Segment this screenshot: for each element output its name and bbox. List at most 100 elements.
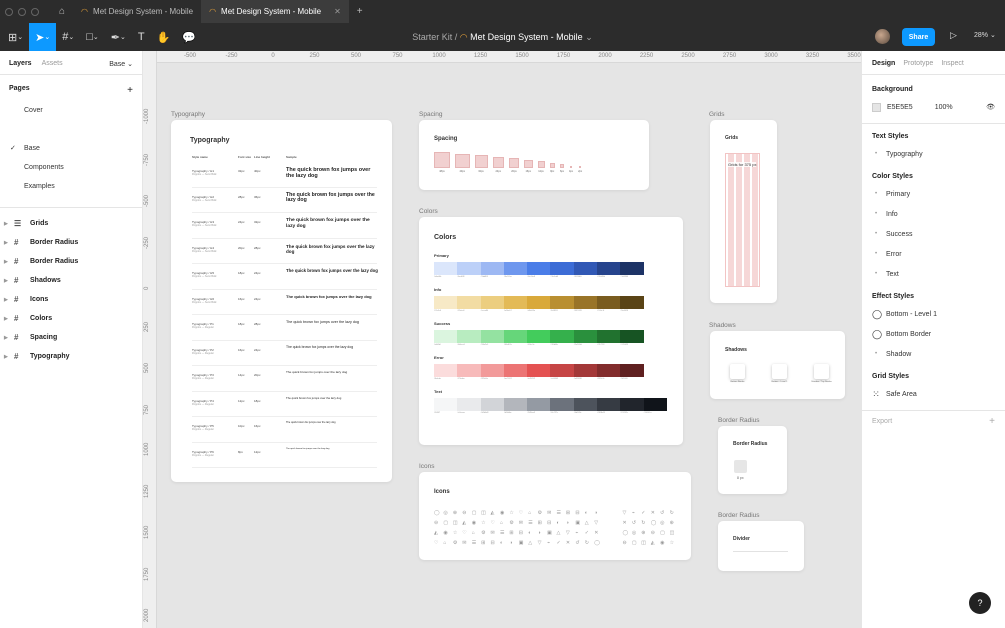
move-tool-button[interactable]: ➤ ⌄: [29, 23, 57, 51]
share-button[interactable]: Share: [902, 28, 935, 46]
layer-icons[interactable]: ▶ # Icons: [0, 290, 142, 309]
canvas[interactable]: Typography Spacing Colors Icons Grids Sh…: [157, 63, 861, 628]
color-style-item[interactable]: • Primary: [862, 184, 1005, 204]
row-sample: The quick brown fox jumps over the lazy …: [286, 268, 378, 273]
icons-frame[interactable]: Icons ◯ ◎ ⊕ ⊖ ▢ ◫ ◭ ◉ ☆ ♡ ⌂ ⚙ ✉ ☰ ⊞ ⊟ ◐ ◑ ▽ ⌁ ✓ ✕ ↺ ↻ ⊖ ▢ ◫ ◭ ◉ ☆ ♡ ⌂ ⚙ ✉…: [419, 472, 691, 560]
color-swatch-label: #6c727c: [550, 412, 559, 414]
frame-label-icons[interactable]: Icons: [419, 463, 435, 470]
icon-glyph: ▽: [537, 540, 542, 546]
page-item-cover[interactable]: Cover: [0, 102, 142, 121]
tab-design[interactable]: Design: [872, 60, 895, 67]
effect-style-item[interactable]: ◯ Bottom Border: [862, 324, 1005, 344]
project-name[interactable]: Starter Kit: [412, 32, 452, 42]
spacing-frame[interactable]: Spacing 48px 40px 32px 24px 20px 16px 12px 8px 6…: [419, 120, 649, 190]
eye-icon[interactable]: 👁: [986, 103, 995, 111]
frame-label-grids[interactable]: Grids: [709, 111, 725, 118]
grids-frame[interactable]: Grids Grids for 375 px: [710, 120, 777, 303]
dot-icon: •: [874, 231, 878, 237]
page-item-examples[interactable]: Examples: [0, 178, 142, 197]
file-name[interactable]: Met Design System - Mobile: [470, 32, 583, 42]
window-maximize-button[interactable]: [31, 7, 39, 16]
caret-right-icon[interactable]: ▶: [4, 240, 10, 246]
export-row[interactable]: Export +: [862, 411, 1005, 431]
layer-shadows[interactable]: ▶ # Shadows: [0, 271, 142, 290]
page-item-base[interactable]: ✓ Base: [0, 140, 142, 159]
add-export-icon[interactable]: +: [989, 416, 995, 427]
colors-frame[interactable]: Colors Primary #dbe6fb #bcd0f8 #9db8f3 #6e97…: [419, 217, 683, 445]
comment-tool-button[interactable]: 💬: [176, 23, 202, 51]
tab-prototype[interactable]: Prototype: [903, 60, 933, 67]
page-select[interactable]: Base ⌄: [109, 60, 133, 68]
file-tab-active[interactable]: ◠ Met Design System - Mobile ✕: [201, 0, 349, 23]
caret-right-icon[interactable]: ▶: [4, 354, 10, 360]
spacing-label: 12px: [538, 170, 544, 173]
layer-colors[interactable]: ▶ # Colors: [0, 309, 142, 328]
color-swatch-label: #1d3366: [620, 276, 629, 278]
caret-right-icon[interactable]: ▶: [4, 316, 10, 322]
layer-border-radius-2[interactable]: ▶ # Border Radius: [0, 252, 142, 271]
frame-label-typography[interactable]: Typography: [171, 111, 205, 118]
border-radius-frame[interactable]: Border Radius 8 px: [718, 426, 787, 494]
window-close-button[interactable]: [5, 7, 13, 16]
bg-opacity[interactable]: 100%: [935, 104, 953, 111]
layer-typography[interactable]: ▶ # Typography: [0, 347, 142, 366]
icon-glyph: ▣: [547, 530, 552, 536]
tab-inspect[interactable]: Inspect: [941, 60, 964, 67]
avatar[interactable]: [875, 29, 890, 44]
shape-tool-button[interactable]: □ ⌄: [80, 23, 105, 51]
play-icon[interactable]: ▷: [950, 30, 957, 41]
icon-glyph: ▣: [518, 540, 524, 546]
divider-frame[interactable]: Divider: [718, 521, 804, 571]
effect-style-item[interactable]: ◯ Bottom - Level 1: [862, 304, 1005, 324]
caret-right-icon[interactable]: ▶: [4, 335, 10, 341]
color-style-item[interactable]: • Text: [862, 264, 1005, 284]
hand-tool-button[interactable]: ✋: [151, 23, 177, 51]
frame-label-colors[interactable]: Colors: [419, 208, 438, 215]
grid-style-item[interactable]: ⁙ Safe Area: [862, 384, 1005, 404]
typography-frame[interactable]: Typography Style name Font size Line heigh…: [171, 120, 392, 482]
color-style-item[interactable]: • Success: [862, 224, 1005, 244]
shadows-frame[interactable]: Shadows Bottom Border Bottom - Level 1 Sha…: [710, 331, 845, 399]
caret-right-icon[interactable]: ▶: [4, 297, 10, 303]
background-fill[interactable]: E5E5E5 100% 👁: [862, 97, 1005, 117]
home-tab[interactable]: ⌂: [51, 0, 73, 23]
pen-tool-button[interactable]: ✒ ⌄: [105, 23, 132, 51]
new-tab-button[interactable]: +: [349, 0, 371, 23]
tab-layers[interactable]: Layers: [9, 60, 32, 67]
color-style-item[interactable]: • Error: [862, 244, 1005, 264]
spacing-label: 32px: [478, 170, 484, 173]
bg-hex[interactable]: E5E5E5: [887, 104, 913, 111]
frame-tool-button[interactable]: # ⌄: [56, 23, 80, 51]
caret-right-icon[interactable]: ▶: [4, 259, 10, 265]
color-swatch-label: #21252c: [620, 412, 629, 414]
zoom-dropdown[interactable]: 28% ⌄: [974, 31, 996, 39]
ruler-tick-label: 1250: [144, 484, 150, 498]
frame-label-border-radius[interactable]: Border Radius: [718, 417, 760, 424]
page-item-components[interactable]: Components: [0, 159, 142, 178]
close-tab-icon[interactable]: ✕: [334, 7, 341, 16]
chevron-down-icon[interactable]: ⌄: [585, 32, 593, 42]
layer-grids[interactable]: ▶ ☰ Grids: [0, 214, 142, 233]
window-minimize-button[interactable]: [18, 7, 26, 16]
layer-label: Grids: [30, 220, 49, 227]
frame-label-border-radius-2[interactable]: Border Radius: [718, 512, 760, 519]
add-page-icon[interactable]: +: [127, 85, 133, 96]
color-style-item[interactable]: • Info: [862, 204, 1005, 224]
caret-right-icon[interactable]: ▶: [4, 278, 10, 284]
layer-border-radius[interactable]: ▶ # Border Radius: [0, 233, 142, 252]
color-styles-title: Color Styles: [872, 173, 913, 180]
text-style-item[interactable]: • Typography: [862, 144, 1005, 164]
layer-spacing[interactable]: ▶ # Spacing: [0, 328, 142, 347]
frame-label-spacing[interactable]: Spacing: [419, 111, 443, 118]
effect-style-item[interactable]: • Shadow: [862, 344, 1005, 364]
frame-label-shadows[interactable]: Shadows: [709, 322, 736, 329]
icon-glyph: ◉: [471, 520, 477, 526]
caret-right-icon[interactable]: ▶: [4, 221, 10, 227]
table-row: Typography / H1 Poppins — Semi Bold 32px 40…: [192, 162, 377, 188]
file-tab[interactable]: ◠ Met Design System - Mobile: [73, 0, 201, 23]
tab-assets[interactable]: Assets: [42, 60, 63, 67]
help-button[interactable]: ?: [969, 592, 991, 614]
main-menu-button[interactable]: ⊞ ⌄: [0, 23, 29, 51]
text-tool-button[interactable]: T: [132, 23, 151, 51]
color-swatch[interactable]: [872, 102, 881, 112]
